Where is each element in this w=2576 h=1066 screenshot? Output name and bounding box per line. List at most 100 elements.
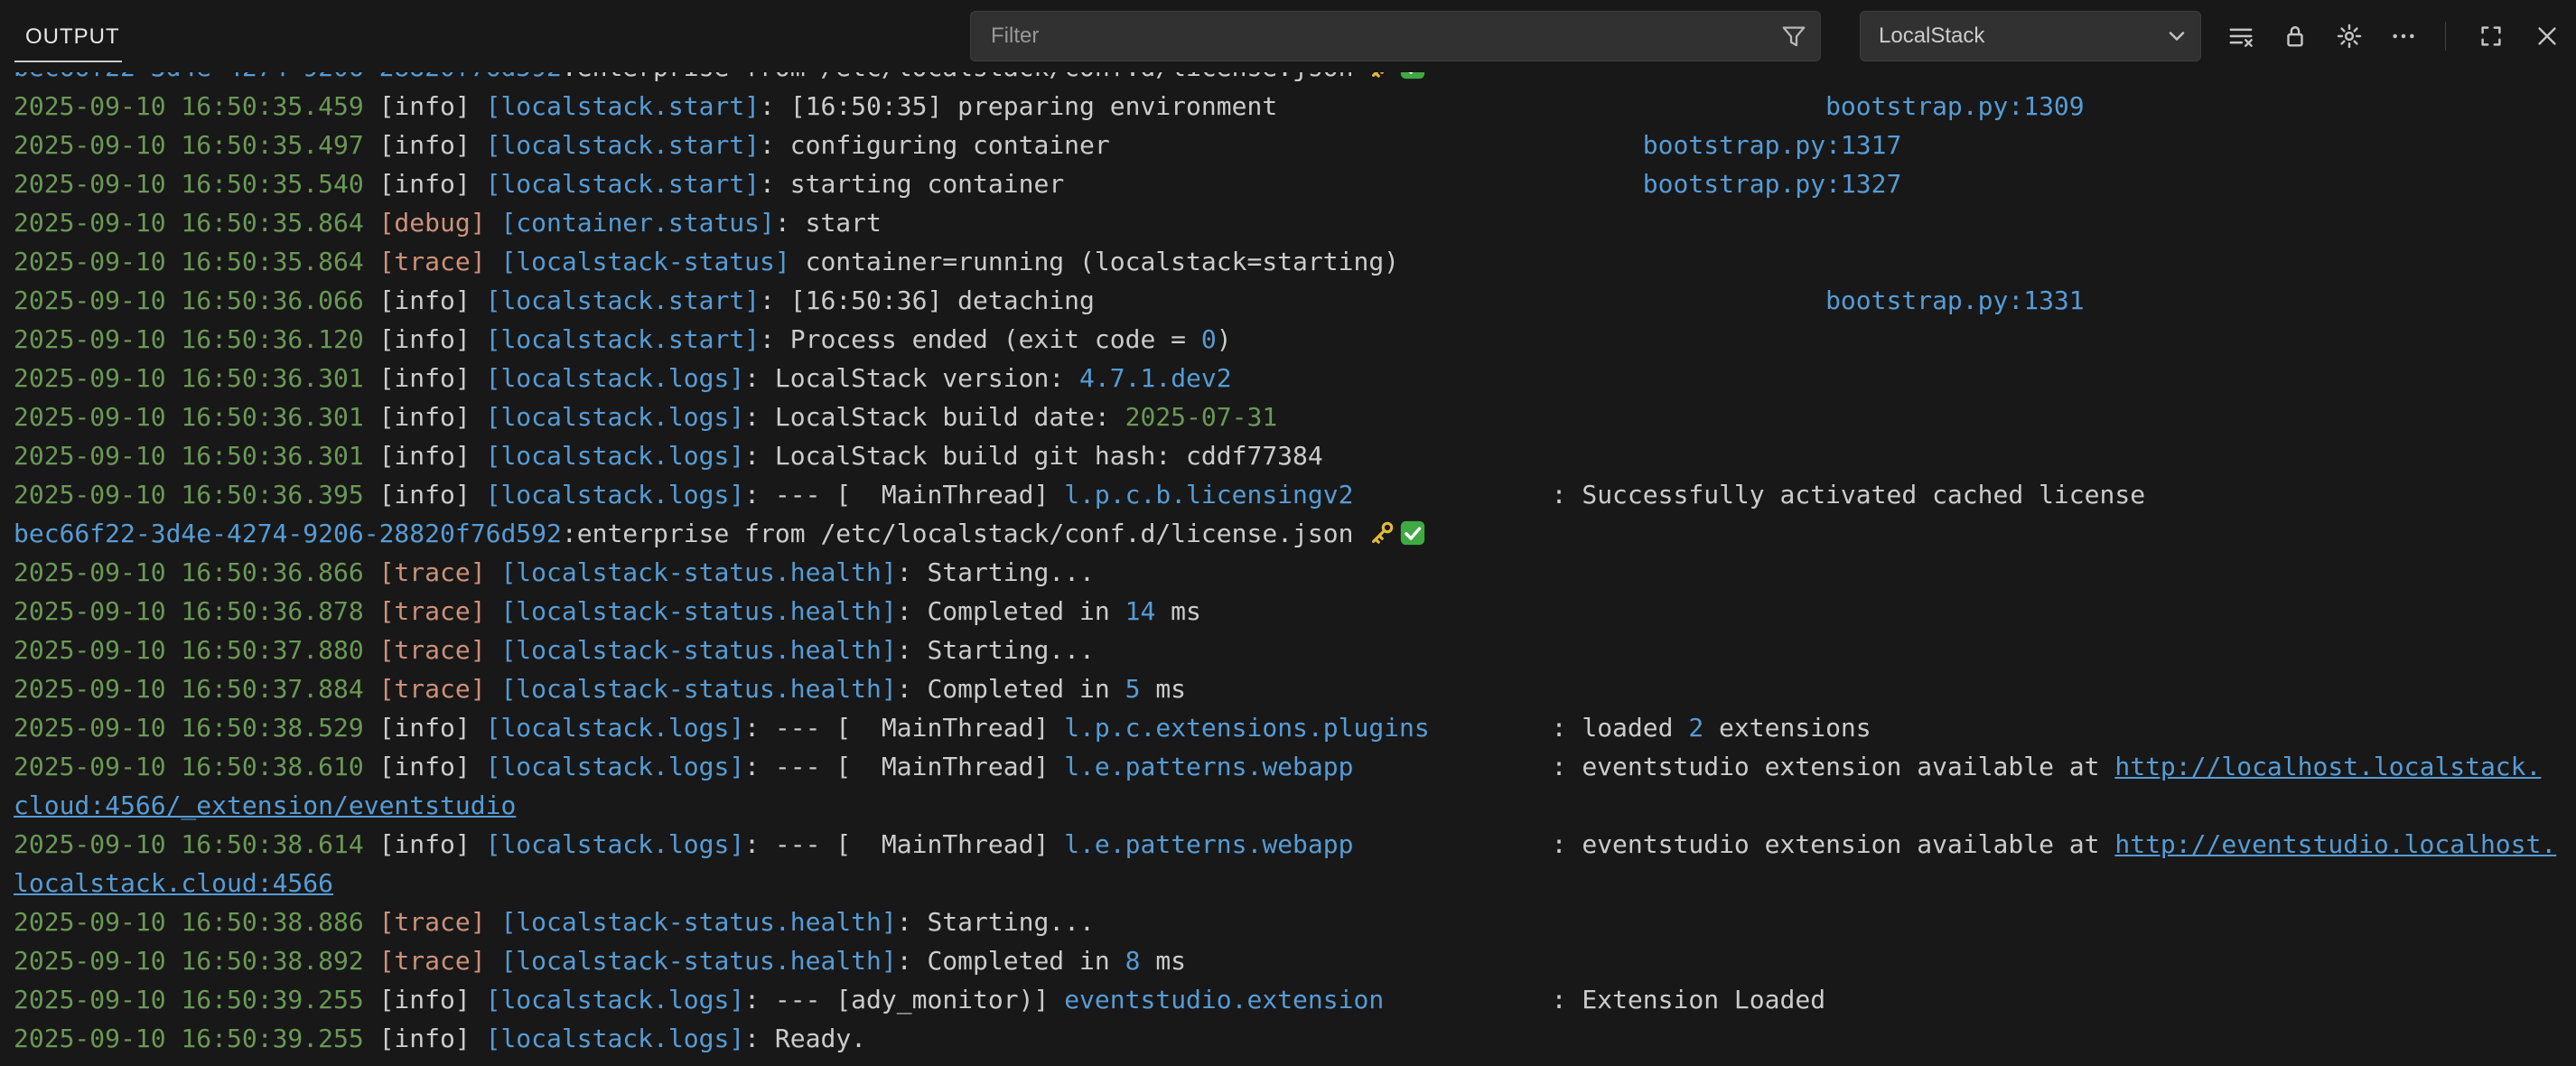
logger-name: l.e.patterns.webapp: [1064, 752, 1353, 781]
source-ref-link[interactable]: bootstrap.py:1317: [1643, 130, 1902, 160]
log-message: : loaded: [1430, 713, 1689, 743]
license-id: bec66f22-3d4e-4274-9206-28820f76d592: [14, 519, 562, 548]
log-message: ms: [1155, 596, 1201, 626]
log-message: :enterprise from /etc/localstack/conf.d/…: [562, 72, 1368, 82]
log-row: 2025-09-10 16:50:38.610 [info] [localsta…: [0, 747, 2576, 786]
numeric-value: 14: [1125, 596, 1156, 626]
log-row: 2025-09-10 16:50:35.864 [debug] [contain…: [0, 203, 2576, 242]
settings-button[interactable]: [2335, 22, 2364, 51]
source-ref-link[interactable]: bootstrap.py:1327: [1643, 169, 1902, 199]
timestamp: 2025-09-10 16:50:35.864: [14, 208, 379, 238]
log-level: [info]: [379, 480, 486, 510]
spacer-text: [1064, 169, 1643, 199]
logger-name: [localstack.logs]: [486, 480, 745, 510]
logger-name: [localstack.logs]: [486, 713, 745, 743]
log-message: : --- [ady_monitor)]: [744, 985, 1064, 1015]
timestamp: 2025-09-10 16:50:35.497: [14, 130, 379, 160]
key-emoji-icon: [1368, 519, 1395, 557]
output-panel-header: OUTPUT LocalStack: [0, 0, 2576, 72]
timestamp: 2025-09-10 16:50:35.540: [14, 169, 379, 199]
log-link[interactable]: http://eventstudio.localhost.: [2114, 829, 2556, 859]
timestamp: 2025-09-10 16:50:39.255: [14, 985, 379, 1015]
timestamp: 2025-09-10 16:50:36.301: [14, 363, 379, 393]
log-message: : Extension Loaded: [1384, 985, 1825, 1015]
log-row: 2025-09-10 16:50:39.255 [info] [localsta…: [0, 1019, 2576, 1058]
log-message: : Completed in: [897, 946, 1125, 976]
output-channel-select[interactable]: LocalStack: [1860, 11, 2201, 61]
spacer-text: [1277, 91, 1825, 121]
timestamp: 2025-09-10 16:50:39.255: [14, 1024, 379, 1053]
auto-scroll-lock-button[interactable]: [2281, 22, 2310, 51]
source-ref-link[interactable]: bootstrap.py:1309: [1825, 91, 2085, 121]
filter-input[interactable]: [989, 23, 1780, 50]
filter-box[interactable]: [970, 11, 1821, 61]
log-row: 2025-09-10 16:50:36.120 [info] [localsta…: [0, 320, 2576, 359]
timestamp: 2025-09-10 16:50:37.884: [14, 674, 379, 704]
log-row: 2025-09-10 16:50:36.395 [info] [localsta…: [0, 475, 2576, 514]
log-link[interactable]: http://localhost.localstack.: [2114, 752, 2541, 781]
clear-output-button[interactable]: [2226, 22, 2255, 51]
log-level: [info]: [379, 324, 486, 354]
logger-name: [localstack.logs]: [486, 752, 745, 781]
header-divider: [2445, 22, 2446, 51]
log-row: localstack.cloud:4566: [0, 864, 2576, 902]
more-actions-button[interactable]: [2389, 22, 2418, 51]
lock-icon: [2282, 23, 2309, 50]
log-message: :enterprise from /etc/localstack/conf.d/…: [562, 519, 1368, 548]
log-message: : Starting...: [897, 635, 1095, 665]
logger-name: [localstack-status.health]: [500, 557, 896, 587]
log-message: : [16:50:35] preparing environment: [760, 91, 1277, 121]
numeric-value: 5: [1125, 674, 1141, 704]
log-row: 2025-09-10 16:50:35.540 [info] [localsta…: [0, 164, 2576, 203]
log-level: [info]: [379, 91, 486, 121]
log-row: 2025-09-10 16:50:38.886 [trace] [localst…: [0, 902, 2576, 941]
log-level: [info]: [379, 985, 486, 1015]
log-level: [debug]: [379, 208, 501, 238]
log-message: ): [1217, 324, 1232, 354]
log-message: : --- [ MainThread]: [744, 480, 1064, 510]
log-message: : eventstudio extension available at: [1353, 829, 2114, 859]
numeric-value: 2: [1688, 713, 1703, 743]
maximize-panel-button[interactable]: [2477, 22, 2506, 51]
tab-output[interactable]: OUTPUT: [14, 10, 122, 62]
clear-output-icon: [2227, 23, 2254, 50]
log-row: 2025-09-10 16:50:36.301 [info] [localsta…: [0, 359, 2576, 397]
settings-gear-icon: [2336, 23, 2363, 50]
close-panel-button[interactable]: [2533, 22, 2562, 51]
logger-name: [localstack.logs]: [486, 1024, 745, 1053]
timestamp: 2025-09-10 16:50:35.864: [14, 247, 379, 276]
logger-name: [localstack.logs]: [486, 363, 745, 393]
log-message: : Process ended (exit code =: [760, 324, 1201, 354]
logger-name: [localstack-status.health]: [500, 635, 896, 665]
numeric-value: 4.7.1.dev2: [1079, 363, 1232, 393]
log-message: : [16:50:36] detaching: [760, 285, 1095, 315]
log-message: : Starting...: [897, 557, 1095, 587]
log-message: : LocalStack build git hash: cddf77384: [744, 441, 1323, 471]
log-level: [trace]: [379, 596, 501, 626]
logger-name: [localstack.logs]: [486, 402, 745, 432]
log-message: ms: [1140, 946, 1186, 976]
logger-name: eventstudio.extension: [1064, 985, 1384, 1015]
timestamp: 2025-09-10 16:50:36.120: [14, 324, 379, 354]
timestamp: 2025-09-10 16:50:38.614: [14, 829, 379, 859]
log-level: [info]: [379, 752, 486, 781]
numeric-value: 8: [1125, 946, 1141, 976]
log-level: [trace]: [379, 557, 501, 587]
log-link[interactable]: cloud:4566/_extension/eventstudio: [14, 790, 516, 820]
log-message: : starting container: [760, 169, 1064, 199]
logger-name: [localstack.start]: [486, 169, 760, 199]
log-row: 2025-09-10 16:50:35.864 [trace] [localst…: [0, 242, 2576, 281]
log-message: : configuring container: [760, 130, 1110, 160]
source-ref-link[interactable]: bootstrap.py:1331: [1825, 285, 2085, 315]
logger-name: [localstack-status.health]: [500, 674, 896, 704]
logger-name: [localstack-status.health]: [500, 596, 896, 626]
log-message: : Ready.: [744, 1024, 866, 1053]
timestamp: 2025-09-10 16:50:36.866: [14, 557, 379, 587]
log-level: [info]: [379, 829, 486, 859]
logger-name: [localstack.start]: [486, 324, 760, 354]
log-link[interactable]: localstack.cloud:4566: [14, 868, 333, 898]
license-id: bec66f22-3d4e-4274-9206-28820f76d592: [14, 72, 562, 82]
log-message: : start: [775, 208, 882, 238]
log-row: 2025-09-10 16:50:36.066 [info] [localsta…: [0, 281, 2576, 320]
timestamp: 2025-09-10 16:50:36.878: [14, 596, 379, 626]
